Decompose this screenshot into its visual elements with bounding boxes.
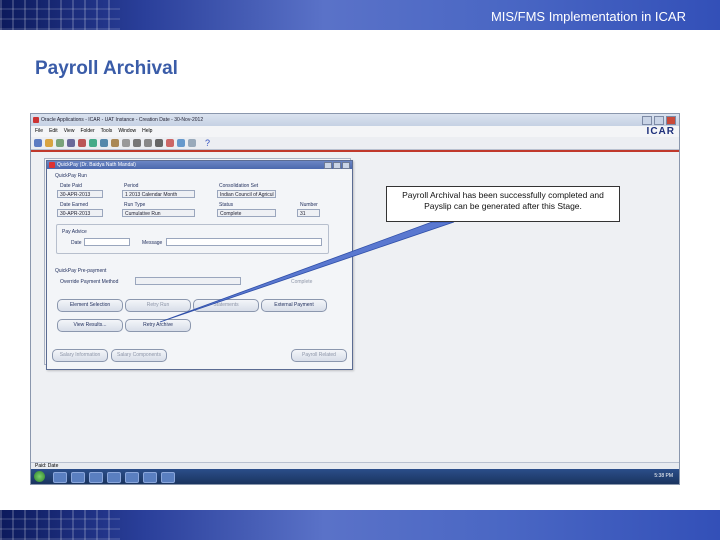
bottom-banner [0,510,720,540]
callout-box: Payroll Archival has been successfully c… [386,186,620,222]
callout-pointer [159,221,455,323]
banner-pattern [0,510,120,540]
